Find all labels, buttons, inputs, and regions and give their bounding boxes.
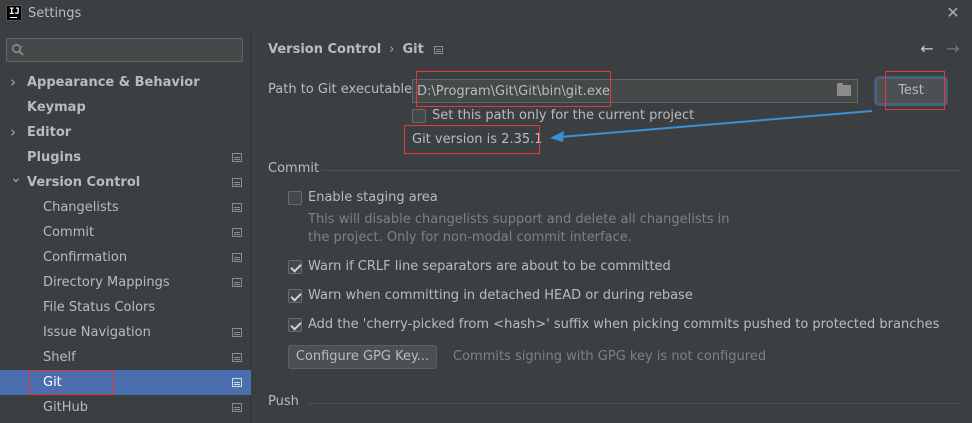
gpg-status-text: Commits signing with GPG key is not conf…: [453, 349, 767, 364]
page-icon: [232, 328, 242, 337]
sidebar-item-label: Changelists: [43, 200, 119, 215]
sidebar-item-label: Editor: [27, 125, 72, 140]
breadcrumb-current: Git: [402, 42, 424, 57]
page-icon: [232, 378, 242, 387]
page-icon: [232, 178, 242, 187]
sidebar-item-label: Shelf: [43, 350, 76, 365]
sidebar-item-label: File Status Colors: [43, 300, 156, 315]
page-icon: [232, 153, 242, 162]
staging-hint-line-2: the project. Only for non-modal commit i…: [308, 230, 632, 245]
close-icon[interactable]: ✕: [944, 4, 962, 22]
browse-folder-icon[interactable]: [837, 83, 851, 96]
push-divider: [308, 403, 960, 404]
sidebar-item-editor[interactable]: › Editor: [0, 120, 251, 145]
sidebar-item-directory-mappings[interactable]: Directory Mappings: [0, 270, 251, 295]
push-section-title: Push: [268, 394, 299, 409]
breadcrumb-separator: ›: [389, 42, 395, 57]
staging-area-checkbox[interactable]: [288, 191, 302, 205]
sidebar-item-issue-navigation[interactable]: Issue Navigation: [0, 320, 251, 345]
page-icon: [232, 278, 242, 287]
sidebar-item-appearance-behavior[interactable]: › Appearance & Behavior: [0, 70, 251, 95]
sidebar-item-label: Git: [43, 375, 62, 390]
back-arrow-icon[interactable]: ←: [918, 40, 936, 58]
sidebar-item-label: Directory Mappings: [43, 275, 170, 290]
project-scope-icon: [433, 45, 443, 54]
sidebar-item-label: Plugins: [27, 150, 81, 165]
sidebar-item-label: Confirmation: [43, 250, 128, 265]
git-path-label: Path to Git executable:: [268, 82, 417, 97]
intellij-logo-icon: IJ: [6, 5, 22, 21]
page-icon: [232, 228, 242, 237]
sidebar-item-label: Keymap: [27, 100, 86, 115]
collapse-arrow-icon[interactable]: ›: [10, 120, 22, 145]
sidebar-item-commit[interactable]: Commit: [0, 220, 251, 245]
crlf-warning-label: Warn if CRLF line separators are about t…: [308, 259, 671, 274]
detached-head-label: Warn when committing in detached HEAD or…: [308, 288, 693, 303]
sidebar-item-label: Commit: [43, 225, 95, 240]
crlf-warning-checkbox[interactable]: [288, 260, 302, 274]
git-path-input[interactable]: [417, 82, 827, 100]
sidebar-item-confirmation[interactable]: Confirmation: [0, 245, 251, 270]
project-only-checkbox[interactable]: [412, 109, 426, 123]
test-button[interactable]: Test: [876, 78, 946, 104]
sidebar-item-git[interactable]: Git: [0, 370, 251, 395]
forward-arrow-icon[interactable]: →: [944, 40, 962, 58]
sidebar-item-file-status-colors[interactable]: File Status Colors: [0, 295, 251, 320]
settings-search-box[interactable]: [6, 38, 243, 62]
configure-gpg-button[interactable]: Configure GPG Key...: [288, 345, 437, 369]
git-path-field[interactable]: [412, 79, 858, 103]
cherry-picked-checkbox[interactable]: [288, 318, 302, 332]
sidebar-item-plugins[interactable]: Plugins: [0, 145, 251, 170]
sidebar-item-changelists[interactable]: Changelists: [0, 195, 251, 220]
breadcrumb-parent[interactable]: Version Control: [268, 42, 381, 57]
sidebar-item-github[interactable]: GitHub: [0, 395, 251, 420]
search-icon: [12, 44, 24, 56]
sidebar-item-keymap[interactable]: Keymap: [0, 95, 251, 120]
collapse-arrow-icon[interactable]: ›: [10, 70, 22, 95]
expand-arrow-icon[interactable]: ⌄: [10, 166, 22, 191]
staging-area-label: Enable staging area: [308, 190, 438, 205]
staging-hint-line-1: This will disable changelists support an…: [308, 212, 730, 227]
breadcrumb: Version Control › Git: [268, 42, 443, 60]
sidebar-item-label: Issue Navigation: [43, 325, 151, 340]
page-icon: [232, 403, 242, 412]
settings-sidebar: › Appearance & Behavior Keymap › Editor Plugi…: [0, 28, 251, 423]
commit-divider: [322, 170, 960, 171]
search-input[interactable]: [33, 41, 233, 59]
page-icon: [232, 253, 242, 262]
cherry-picked-label: Add the 'cherry-picked from <hash>' suff…: [308, 317, 940, 332]
page-icon: [232, 203, 242, 212]
sidebar-item-version-control[interactable]: ⌄ Version Control: [0, 170, 251, 195]
git-version-text: Git version is 2.35.1: [412, 132, 543, 147]
title-bar: IJ Settings ✕: [0, 0, 972, 28]
sidebar-item-label: Version Control: [27, 175, 141, 190]
commit-section-title: Commit: [268, 161, 320, 176]
annotation-arrow: [550, 110, 873, 142]
git-settings-panel: Version Control › Git ← → Path to Git exec…: [252, 28, 972, 423]
sidebar-item-shelf[interactable]: Shelf: [0, 345, 251, 370]
sidebar-item-label: GitHub: [43, 400, 89, 415]
window-title: Settings: [28, 6, 82, 21]
detached-head-checkbox[interactable]: [288, 289, 302, 303]
sidebar-item-label: Appearance & Behavior: [27, 75, 200, 90]
page-icon: [232, 353, 242, 362]
